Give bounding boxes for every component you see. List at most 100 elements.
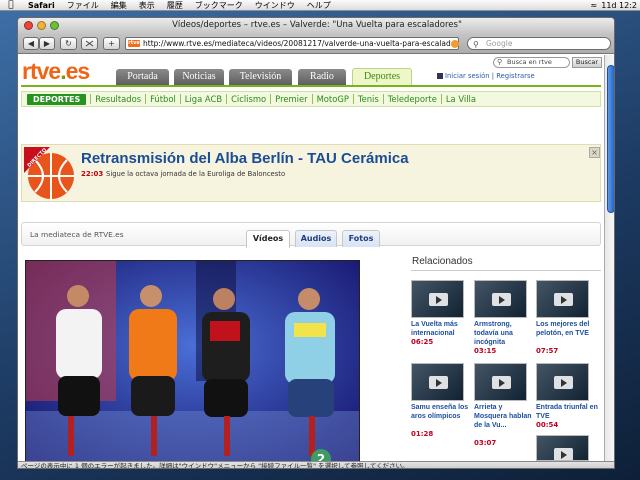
play-icon <box>554 376 573 389</box>
related-heading: Relacionados <box>412 256 473 267</box>
snapback-icon[interactable] <box>81 37 98 50</box>
window-titlebar[interactable]: Vídeos/deportes – rtve.es – Valverde: "U… <box>18 18 614 34</box>
menu-window[interactable]: ウインドウ <box>249 0 301 11</box>
menu-help[interactable]: ヘルプ <box>301 0 337 11</box>
related-title-1[interactable]: La Vuelta más internacional <box>411 320 473 338</box>
related-thumb-7[interactable] <box>536 435 589 461</box>
live-time: 22:03 <box>81 170 104 178</box>
video-player[interactable]: 2 <box>25 260 360 461</box>
close-banner-button[interactable]: × <box>589 147 600 158</box>
window-title: Vídeos/deportes – rtve.es – Valverde: "U… <box>172 20 462 30</box>
section-badge-deportes[interactable]: DEPORTES <box>27 93 87 105</box>
related-time-6: 00:54 <box>536 421 559 429</box>
scrollbar-thumb[interactable] <box>607 65 614 213</box>
menu-view[interactable]: 表示 <box>133 0 161 11</box>
subnav-tenis[interactable]: Tenis <box>352 94 383 104</box>
related-title-3[interactable]: Los mejores del pelotón, en TVE <box>536 320 598 338</box>
browser-toolbar: ◀ ▶ ↻ + rtve http://www.rtve.es/mediatec… <box>18 34 614 54</box>
related-thumb-6[interactable] <box>536 363 589 401</box>
address-bar[interactable]: rtve http://www.rtve.es/mediateca/videos… <box>125 37 459 50</box>
add-bookmark-button[interactable]: + <box>103 37 120 50</box>
user-nav: Iniciar sesión | Registrarse <box>437 72 535 80</box>
related-thumb-1[interactable] <box>411 280 464 318</box>
related-title-2[interactable]: Armstrong, todavía una incógnita <box>474 320 536 347</box>
tab-audios[interactable]: Audios <box>295 230 337 247</box>
reload-button[interactable]: ↻ <box>60 37 77 50</box>
subnav-futbol[interactable]: Fútbol <box>145 94 180 104</box>
play-icon <box>429 376 448 389</box>
related-divider <box>411 270 601 271</box>
site-search-placeholder: Busca en rtve <box>507 58 552 66</box>
tab-fotos[interactable]: Fotos <box>342 230 380 247</box>
subnav-resultados[interactable]: Resultados <box>90 94 145 104</box>
logo-es: es <box>65 58 91 84</box>
subnav-motogp[interactable]: MotoGP <box>311 94 353 104</box>
menubar-status-area: ≈ 11d 12:2 <box>591 1 640 10</box>
play-icon <box>492 376 511 389</box>
related-title-6[interactable]: Entrada triunfal en TVE <box>536 403 598 421</box>
menu-file[interactable]: ファイル <box>61 0 105 11</box>
play-icon <box>554 293 573 306</box>
login-link[interactable]: Iniciar sesión <box>445 72 490 80</box>
related-thumb-4[interactable] <box>411 363 464 401</box>
rtve-favicon-icon: rtve <box>128 40 140 47</box>
subnav-la-villa[interactable]: La Villa <box>440 94 480 104</box>
related-time-4: 01:28 <box>411 430 434 438</box>
site-search-icon: ⚲ <box>497 58 503 66</box>
wifi-icon[interactable]: ≈ <box>591 1 598 10</box>
address-bar-url: http://www.rtve.es/mediateca/videos/2008… <box>143 39 459 48</box>
subnav-ciclismo[interactable]: Ciclismo <box>226 94 270 104</box>
menubar-clock[interactable]: 11d 12:2 <box>601 1 637 10</box>
related-title-5[interactable]: Arrieta y Mosquera hablan de la Vu... <box>474 403 536 430</box>
site-search-input[interactable]: ⚲ Busca en rtve <box>493 57 570 68</box>
snapback-glyph-icon <box>85 40 94 47</box>
google-search-field[interactable]: ⚲ Google <box>467 37 611 50</box>
nav-tab-portada[interactable]: Portada <box>116 69 169 85</box>
subnav-premier[interactable]: Premier <box>270 94 311 104</box>
nav-underline <box>21 85 601 87</box>
apple-menu-icon[interactable]:  <box>0 0 22 10</box>
euroleague-badge: DIRECTO <box>24 147 76 201</box>
user-icon <box>437 73 443 79</box>
related-time-1: 06:25 <box>411 338 434 346</box>
vertical-scrollbar[interactable] <box>604 55 614 461</box>
related-thumb-2[interactable] <box>474 280 527 318</box>
nav-tab-radio[interactable]: Radio <box>298 69 346 85</box>
related-time-5: 03:07 <box>474 439 497 447</box>
close-window-icon[interactable] <box>24 21 33 30</box>
magnifier-icon: ⚲ <box>473 40 479 49</box>
related-title-4[interactable]: Samu enseña los aros olímpicos <box>411 403 473 421</box>
nav-tab-deportes[interactable]: Deportes <box>352 68 412 85</box>
google-search-placeholder: Google <box>486 39 513 48</box>
menu-app-safari[interactable]: Safari <box>22 1 61 10</box>
sports-subnav: DEPORTES Resultados Fútbol Liga ACB Cicl… <box>21 91 601 107</box>
related-time-3: 07:57 <box>536 347 559 355</box>
forward-button[interactable]: ▶ <box>39 37 55 50</box>
live-title[interactable]: Retransmisión del Alba Berlín - TAU Cerá… <box>81 150 409 167</box>
nav-tab-noticias[interactable]: Noticias <box>174 69 224 85</box>
status-bar: ページの表示中に 1 個のエラーが起きました。詳細は"ウインドウ"メニューから … <box>18 461 614 468</box>
tab-videos[interactable]: Vídeos <box>246 230 290 248</box>
back-button[interactable]: ◀ <box>23 37 39 50</box>
minimize-window-icon[interactable] <box>37 21 46 30</box>
live-description: Sigue la octava jornada de la Euroliga d… <box>106 170 286 178</box>
register-link[interactable]: Registrarse <box>496 72 535 80</box>
menu-edit[interactable]: 編集 <box>105 0 133 11</box>
site-search-button[interactable]: Buscar <box>572 57 602 68</box>
rss-icon[interactable] <box>451 40 459 48</box>
rtve-logo[interactable]: rtve.es <box>22 58 91 85</box>
zoom-window-icon[interactable] <box>50 21 59 30</box>
subnav-teledeporte[interactable]: Teledeporte <box>382 94 441 104</box>
nav-tab-television[interactable]: Televisión <box>229 69 292 85</box>
live-banner[interactable]: DIRECTO Retransmisión del Alba Berlín - … <box>21 144 601 202</box>
web-content: rtve.es ⚲ Busca en rtve Buscar Portada N… <box>18 55 604 461</box>
video-frame <box>26 261 359 461</box>
basketball-logo-icon <box>24 147 74 199</box>
related-thumb-5[interactable] <box>474 363 527 401</box>
menu-bookmarks[interactable]: ブックマーク <box>189 0 249 11</box>
related-thumb-3[interactable] <box>536 280 589 318</box>
subnav-liga-acb[interactable]: Liga ACB <box>179 94 226 104</box>
menu-history[interactable]: 履歴 <box>161 0 189 11</box>
play-icon <box>429 293 448 306</box>
related-time-2: 03:15 <box>474 347 497 355</box>
